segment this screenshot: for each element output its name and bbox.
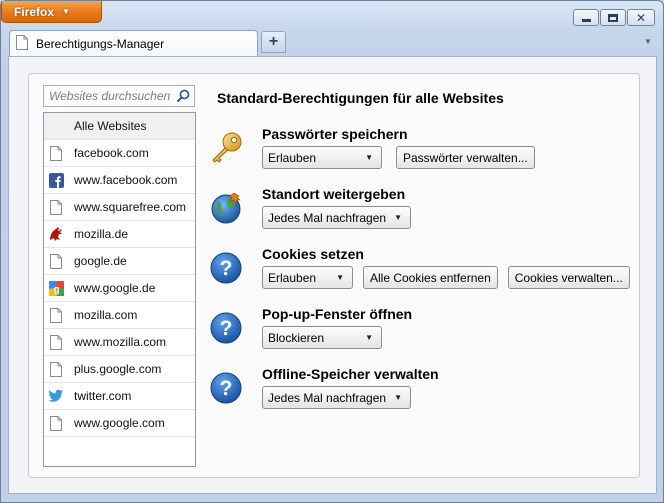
maximize-icon — [608, 13, 618, 22]
chevron-down-icon: ▼ — [365, 153, 373, 162]
chevron-down-icon: ▼ — [394, 393, 402, 402]
list-item[interactable]: www.squarefree.com — [44, 194, 195, 221]
page-icon — [48, 415, 64, 431]
close-button[interactable]: ✕ — [627, 9, 655, 26]
permission-location: Standort weitergeben Jedes Mal nachfrage… — [209, 186, 639, 242]
select-value: Blockieren — [268, 330, 325, 345]
list-item[interactable]: twitter.com — [44, 383, 195, 410]
popups-select[interactable]: Blockieren ▼ — [262, 326, 382, 349]
permission-title: Pop-up-Fenster öffnen — [262, 306, 413, 322]
minimize-icon — [581, 19, 591, 22]
permission-title: Standort weitergeben — [262, 186, 406, 202]
tab-list-chevron-icon[interactable]: ▼ — [644, 37, 652, 46]
offline-storage-select[interactable]: Jedes Mal nachfragen ▼ — [262, 386, 411, 409]
search-field[interactable] — [43, 85, 195, 107]
page-icon — [48, 199, 64, 215]
list-item[interactable]: www.facebook.com — [44, 167, 195, 194]
question-icon: ? — [209, 370, 245, 406]
google-icon: g — [48, 280, 64, 296]
list-item[interactable]: www.google.com — [44, 410, 195, 437]
all-websites-label: Alle Websites — [74, 119, 147, 133]
svg-text:?: ? — [220, 377, 233, 400]
question-icon: ? — [209, 310, 245, 346]
remove-all-cookies-button[interactable]: Alle Cookies entfernen — [363, 266, 498, 289]
cookies-select[interactable]: Erlauben ▼ — [262, 266, 353, 289]
permissions-panel: Alle Websites facebook.com www.facebook.… — [28, 73, 640, 478]
permission-title: Offline-Speicher verwalten — [262, 366, 439, 382]
facebook-icon — [48, 172, 64, 188]
select-value: Erlauben — [268, 270, 317, 285]
location-select[interactable]: Jedes Mal nachfragen ▼ — [262, 206, 411, 229]
page-icon — [48, 253, 64, 269]
chevron-down-icon: ▼ — [62, 7, 70, 16]
button-label: Alle Cookies entfernen — [370, 270, 491, 285]
page-icon — [48, 145, 64, 161]
content-area: Alle Websites facebook.com www.facebook.… — [8, 56, 657, 494]
svg-text:g: g — [53, 284, 59, 295]
chevron-down-icon: ▼ — [365, 333, 373, 342]
page-icon — [48, 307, 64, 323]
permission-popups: ? Pop-up-Fenster öffnen Blockieren ▼ — [209, 306, 639, 362]
list-item[interactable]: plus.google.com — [44, 356, 195, 383]
select-value: Erlauben — [268, 150, 317, 165]
list-item[interactable]: facebook.com — [44, 140, 195, 167]
permission-passwords: Passwörter speichern Erlauben ▼ Passwört… — [209, 126, 639, 182]
site-label: mozilla.de — [74, 227, 129, 241]
tab-permissions-manager[interactable]: Berechtigungs-Manager — [9, 30, 258, 57]
twitter-bird-icon — [48, 388, 64, 404]
key-icon — [209, 130, 245, 166]
button-label: Cookies verwalten... — [514, 270, 623, 285]
chevron-down-icon: ▼ — [394, 213, 402, 222]
site-label: www.google.de — [74, 281, 156, 295]
site-label: www.google.com — [74, 416, 165, 430]
site-label: google.de — [74, 254, 127, 268]
globe-icon — [209, 190, 245, 226]
list-item-all-websites[interactable]: Alle Websites — [44, 113, 195, 140]
site-label: www.squarefree.com — [74, 200, 187, 214]
site-label: facebook.com — [74, 146, 149, 160]
page-icon — [48, 334, 64, 350]
close-icon: ✕ — [635, 10, 647, 25]
site-label: mozilla.com — [74, 308, 138, 322]
page-icon — [16, 35, 28, 53]
list-item[interactable]: google.de — [44, 248, 195, 275]
manage-passwords-button[interactable]: Passwörter verwalten... — [396, 146, 535, 169]
chevron-down-icon: ▼ — [336, 273, 344, 282]
search-input[interactable] — [49, 89, 174, 103]
site-list: Alle Websites facebook.com www.facebook.… — [43, 112, 196, 467]
maximize-button[interactable] — [600, 9, 626, 26]
firefox-menu-label: Firefox — [14, 4, 55, 19]
site-label: www.facebook.com — [74, 173, 178, 187]
site-label: www.mozilla.com — [74, 335, 167, 349]
window-controls: ✕ — [573, 9, 656, 26]
permission-title: Cookies setzen — [262, 246, 364, 262]
svg-text:?: ? — [220, 317, 233, 340]
permission-offline-storage: ? Offline-Speicher verwalten Jedes Mal n… — [209, 366, 639, 422]
button-label: Passwörter verwalten... — [403, 150, 528, 165]
page-title: Standard-Berechtigungen für alle Website… — [217, 90, 504, 106]
select-value: Jedes Mal nachfragen — [268, 210, 387, 225]
browser-window: Firefox ▼ ✕ Berechtigungs-Manager + ▼ We… — [0, 0, 664, 503]
firefox-menu-button[interactable]: Firefox ▼ — [1, 1, 102, 23]
list-item[interactable]: g www.google.de — [44, 275, 195, 302]
list-item[interactable]: mozilla.de — [44, 221, 195, 248]
search-icon[interactable] — [176, 89, 190, 106]
svg-text:?: ? — [220, 257, 233, 280]
minimize-button[interactable] — [573, 9, 599, 26]
manage-cookies-button[interactable]: Cookies verwalten... — [507, 266, 630, 289]
permission-title: Passwörter speichern — [262, 126, 408, 142]
page-icon — [48, 361, 64, 377]
tab-label: Berechtigungs-Manager — [36, 37, 165, 51]
permission-cookies: ? Cookies setzen Erlauben ▼ Alle Cookies… — [209, 246, 639, 302]
new-tab-button[interactable]: + — [261, 31, 286, 53]
passwords-select[interactable]: Erlauben ▼ — [262, 146, 382, 169]
question-icon: ? — [209, 250, 245, 286]
list-item[interactable]: mozilla.com — [44, 302, 195, 329]
list-item[interactable]: www.mozilla.com — [44, 329, 195, 356]
site-label: plus.google.com — [74, 362, 162, 376]
select-value: Jedes Mal nachfragen — [268, 390, 387, 405]
plus-icon: + — [268, 33, 279, 50]
mozilla-dino-icon — [48, 226, 64, 242]
site-label: twitter.com — [74, 389, 132, 403]
